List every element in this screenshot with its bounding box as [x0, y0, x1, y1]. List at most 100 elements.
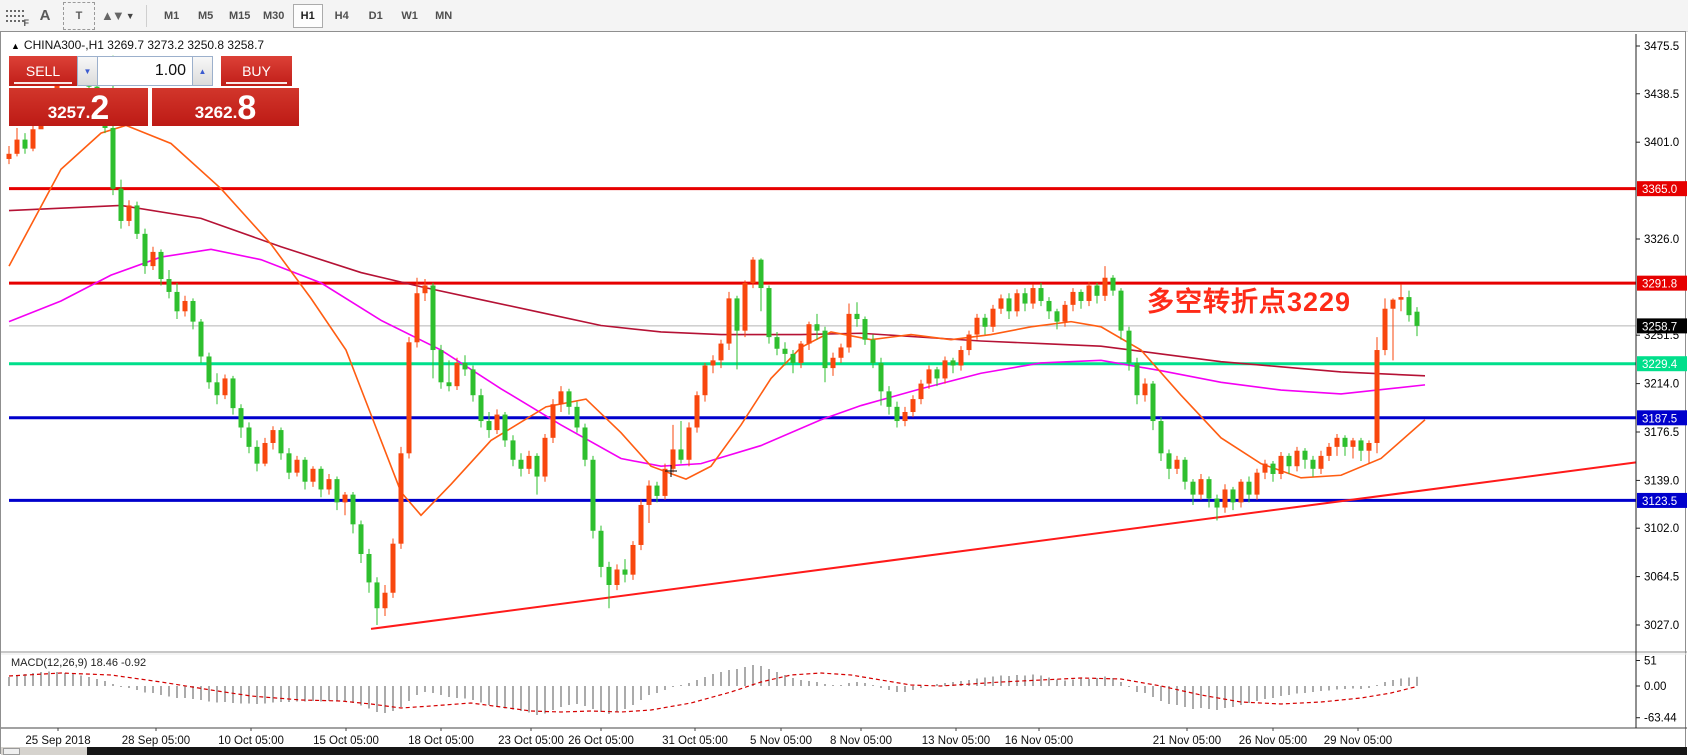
price-tick-label: 3027.0 [1644, 620, 1679, 632]
buy-button[interactable]: BUY [221, 56, 292, 86]
timeframe-button-m15[interactable]: M15 [225, 4, 255, 28]
time-tick-label: 26 Oct 05:00 [568, 735, 634, 747]
timeframe-button-m5[interactable]: M5 [191, 4, 221, 28]
candle [255, 447, 260, 464]
candle [359, 524, 364, 554]
candle [1119, 291, 1124, 331]
candle [1111, 278, 1116, 291]
candle [1007, 298, 1012, 311]
bottom-bar[interactable] [87, 747, 1687, 755]
candle [1175, 460, 1180, 469]
level-price-label: 3365.0 [1642, 184, 1677, 196]
collapse-icon[interactable]: ▲ [11, 41, 20, 51]
candle [647, 486, 652, 505]
candle [1167, 453, 1172, 468]
candle [319, 469, 324, 490]
candle [343, 495, 348, 503]
time-tick-label: 10 Oct 05:00 [218, 735, 284, 747]
volume-decrement-button[interactable]: ▼ [77, 56, 98, 86]
candle [1023, 293, 1028, 303]
candle [159, 252, 164, 279]
time-tick-label: 21 Nov 05:00 [1153, 735, 1221, 747]
candle [743, 283, 748, 331]
level-price-label: 3291.8 [1642, 279, 1677, 291]
candle [959, 350, 964, 365]
candle [551, 404, 556, 438]
candle [559, 391, 564, 404]
volume-input[interactable] [98, 56, 192, 86]
candle [111, 128, 116, 189]
timeframe-button-w1[interactable]: W1 [395, 4, 425, 28]
chevron-down-icon: ▼ [126, 11, 135, 21]
candle [687, 427, 692, 459]
candle [423, 285, 428, 293]
current-price-label: 3258.7 [1642, 321, 1677, 333]
candle [1191, 482, 1196, 495]
candle [775, 337, 780, 349]
buy-price-box[interactable]: 3262.8 [152, 88, 299, 126]
candle [455, 363, 460, 386]
price-tick-label: 3176.5 [1644, 427, 1679, 439]
price-tick-label: 3438.5 [1644, 89, 1679, 101]
candle [903, 412, 908, 421]
candle [655, 486, 660, 496]
candle [1063, 305, 1068, 322]
candle [615, 570, 620, 585]
candle [1151, 384, 1156, 421]
arrows-icon[interactable]: ▲▼ ▼ [101, 4, 135, 28]
timeframe-button-d1[interactable]: D1 [361, 4, 391, 28]
candle [983, 318, 988, 327]
candle [143, 234, 148, 266]
timeframe-button-m1[interactable]: M1 [157, 4, 187, 28]
price-tick-label: 3326.0 [1644, 234, 1679, 246]
candle [847, 314, 852, 348]
trendline[interactable] [371, 462, 1636, 629]
candle [375, 582, 380, 608]
candle [751, 260, 756, 283]
candle [879, 363, 884, 391]
macd-tick-label: 0.00 [1644, 681, 1666, 693]
fibonacci-icon[interactable]: F [3, 7, 27, 25]
candle [1055, 311, 1060, 321]
candle [335, 479, 340, 502]
candle [1103, 278, 1108, 296]
sell-button[interactable]: SELL [9, 56, 77, 86]
timeframe-button-mn[interactable]: MN [429, 4, 459, 28]
candle [207, 356, 212, 382]
candle [1407, 297, 1412, 315]
volume-increment-button[interactable]: ▲ [192, 56, 213, 86]
timeframe-button-h1[interactable]: H1 [293, 4, 323, 28]
candle [439, 350, 444, 382]
chart-window: ▲CHINA300-,H1 3269.7 3273.2 3250.8 3258.… [0, 31, 1686, 754]
text-label-icon[interactable]: T [63, 2, 95, 30]
time-tick-label: 13 Nov 05:00 [922, 735, 990, 747]
candle [31, 129, 36, 148]
toolbar-divider [146, 5, 147, 27]
candle [663, 469, 668, 496]
candle [535, 456, 540, 477]
candle [1087, 285, 1092, 300]
candle [215, 382, 220, 395]
timeframe-button-m30[interactable]: M30 [259, 4, 289, 28]
candle [951, 360, 956, 365]
candle [527, 456, 532, 469]
candle [239, 408, 244, 427]
chart-annotation[interactable]: 多空转折点3229 [1147, 280, 1351, 319]
candle [839, 347, 844, 357]
candle [1047, 301, 1052, 311]
chart-canvas[interactable]: 3475.53438.53401.03326.03251.53214.03176… [1, 32, 1687, 755]
price-tick-label: 3475.5 [1644, 41, 1679, 53]
ma-fast-line [9, 125, 1425, 515]
price-tick-label: 3102.0 [1644, 523, 1679, 535]
candle [271, 430, 276, 443]
level-price-label: 3123.5 [1642, 496, 1677, 508]
sell-price-box[interactable]: 3257.2 [9, 88, 148, 126]
timeframe-button-h4[interactable]: H4 [327, 4, 357, 28]
candle [175, 292, 180, 311]
candle [887, 391, 892, 406]
candle [1391, 300, 1396, 309]
candle [823, 331, 828, 368]
candle [1279, 456, 1284, 474]
text-icon[interactable]: A [33, 4, 57, 28]
candle [471, 369, 476, 395]
